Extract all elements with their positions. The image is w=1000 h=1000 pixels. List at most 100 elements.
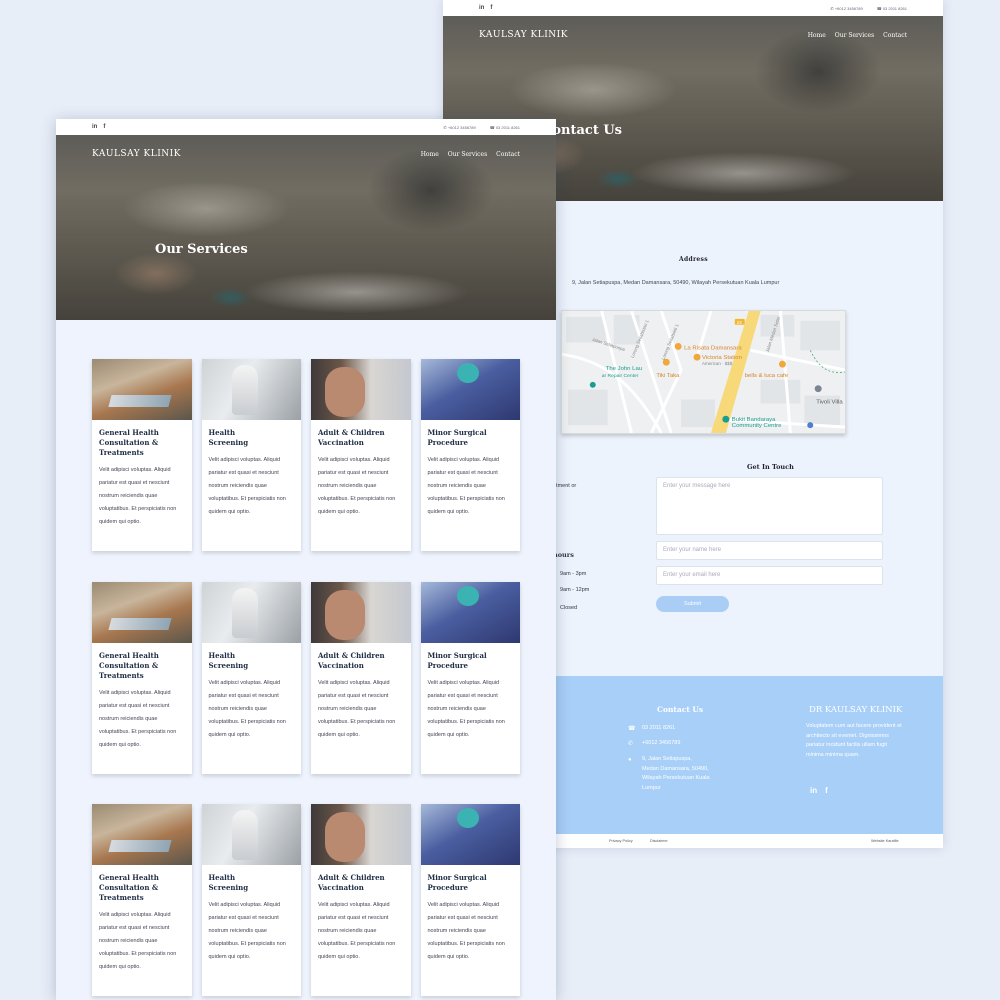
service-image [311, 582, 411, 643]
map-label-bells[interactable]: bells & luca cafe [745, 373, 789, 379]
nav-home[interactable]: Home [808, 32, 826, 39]
service-card-screening[interactable]: Health Screening Velit adipisci voluptas… [201, 359, 301, 551]
footer-whatsapp[interactable]: ✆ +6012 3456789 [628, 739, 680, 750]
service-card-surgical[interactable]: Minor Surgical Procedure Velit adipisci … [420, 804, 520, 996]
page-title: Our Services [155, 242, 248, 257]
service-card-consultation[interactable]: General Health Consultation & Treatments… [92, 582, 192, 774]
services-topbar: in f ✆ +6012 3456789 ☎ 03 2011 8261 [56, 119, 556, 135]
phone-icon: ☎ [628, 726, 636, 732]
topbar-whatsapp[interactable]: ✆ +6012 3456789 [443, 125, 475, 130]
service-title: Minor Surgical Procedure [427, 651, 487, 671]
service-title: Adult & Children Vaccination [318, 428, 385, 448]
nav-our-services[interactable]: Our Services [448, 151, 487, 158]
facebook-icon[interactable]: f [103, 124, 105, 130]
footer-address: ● 9, Jalan Setiapuspa, Medan Damansara, … [628, 755, 710, 794]
service-description: Velit adipisci voluptas. Aliquid pariatu… [427, 680, 505, 738]
service-card-surgical[interactable]: Minor Surgical Procedure Velit adipisci … [420, 582, 520, 774]
nav-contact[interactable]: Contact [883, 32, 907, 39]
message-textarea[interactable]: Enter your message here [656, 477, 883, 535]
services-grid-row: General Health Consultation & Treatments… [92, 582, 520, 774]
facebook-icon[interactable]: f [490, 5, 492, 11]
whatsapp-number: +6012 3456789 [834, 5, 863, 11]
appointment-fragment: ntment or [553, 483, 577, 489]
service-image [420, 359, 520, 420]
service-card-vaccination[interactable]: Adult & Children Vaccination Velit adipi… [311, 804, 411, 996]
service-description: Velit adipisci voluptas. Aliquid pariatu… [427, 457, 505, 515]
credit-link[interactable]: Website Karafile [871, 839, 899, 843]
phone-number: 03 2011 8261 [495, 124, 520, 130]
services-grid-row: General Health Consultation & Treatments… [92, 804, 520, 996]
service-card-screening[interactable]: Health Screening Velit adipisci voluptas… [201, 582, 301, 774]
service-image [92, 359, 192, 420]
privacy-policy-link[interactable]: Privacy Policy [609, 839, 633, 843]
service-title: Minor Surgical Procedure [427, 873, 487, 893]
map-label-bukit-sub: Community Centre [732, 423, 782, 429]
service-card-consultation[interactable]: General Health Consultation & Treatments… [92, 804, 192, 996]
service-description: Velit adipisci voluptas. Aliquid pariatu… [318, 457, 396, 515]
service-title: Adult & Children Vaccination [318, 873, 385, 893]
topbar-whatsapp[interactable]: ✆ +6012 3456789 [830, 6, 862, 11]
map-label-la-risata[interactable]: La Risata Damansara [684, 345, 742, 351]
nav-contact[interactable]: Contact [496, 151, 520, 158]
disclaimer-link[interactable]: Disclaimer [650, 839, 668, 843]
service-card-vaccination[interactable]: Adult & Children Vaccination Velit adipi… [311, 359, 411, 551]
submit-button[interactable]: Submit [656, 596, 729, 612]
address-heading: Address [679, 256, 708, 263]
hours-row-3: Closed [560, 605, 578, 611]
footer-brand: DR KAULSAY KLINIK [809, 705, 903, 715]
topbar-phone[interactable]: ☎ 03 2011 8261 [490, 125, 520, 130]
map-label-victoria-sub: American · $$$ [702, 361, 733, 366]
service-card-vaccination[interactable]: Adult & Children Vaccination Velit adipi… [311, 582, 411, 774]
linkedin-icon[interactable]: in [479, 5, 484, 11]
email-input[interactable]: Enter your email here [656, 566, 883, 585]
linkedin-icon[interactable]: in [92, 124, 97, 130]
service-card-surgical[interactable]: Minor Surgical Procedure Velit adipisci … [420, 359, 520, 551]
hours-row-1: 9am - 3pm [560, 571, 587, 577]
service-title: General Health Consultation & Treatments [99, 873, 159, 903]
footer-address-line: Medan Damansara, 50490, [642, 765, 709, 772]
footer-address-line: Lumpur [642, 784, 661, 791]
contact-topbar: in f ✆ +6012 3456789 ☎ 03 2011 8261 [443, 0, 943, 16]
map-road-badge: 23 [737, 320, 742, 325]
services-grid-row: General Health Consultation & Treatments… [92, 359, 520, 551]
service-image [201, 582, 301, 643]
facebook-icon[interactable]: f [825, 786, 828, 795]
service-title: Minor Surgical Procedure [427, 428, 487, 448]
services-hero: KAULSAY KLINIK Home Our Services Contact… [56, 135, 556, 320]
map-label-tiki-taka[interactable]: Tiki Taka [656, 373, 680, 379]
footer-phone[interactable]: ☎ 03 2011 8261 [628, 724, 675, 735]
hours-row-2: 9am - 12pm [560, 587, 590, 593]
location-map[interactable]: 23 La Risata Damansara Victoria Station … [561, 310, 846, 434]
whatsapp-icon: ✆ [628, 741, 634, 747]
name-input[interactable]: Enter your name here [656, 541, 883, 560]
services-page-screenshot: in f ✆ +6012 3456789 ☎ 03 2011 8261 KAUL… [56, 119, 556, 1000]
whatsapp-number: +6012 3456789 [447, 124, 476, 130]
address-text: 9, Jalan Setiapuspa, Medan Damansara, 50… [572, 280, 780, 286]
service-title: Health Screening [208, 428, 249, 448]
service-title: General Health Consultation & Treatments [99, 651, 159, 681]
service-description: Velit adipisci voluptas. Aliquid pariatu… [318, 680, 396, 738]
service-card-screening[interactable]: Health Screening Velit adipisci voluptas… [201, 804, 301, 996]
service-title: Health Screening [208, 873, 249, 893]
brand-logo[interactable]: KAULSAY KLINIK [92, 149, 181, 159]
service-card-consultation[interactable]: General Health Consultation & Treatments… [92, 359, 192, 551]
service-image [92, 804, 192, 865]
topbar-phone[interactable]: ☎ 03 2011 8261 [877, 6, 907, 11]
linkedin-icon[interactable]: in [810, 786, 817, 795]
nav-our-services[interactable]: Our Services [835, 32, 874, 39]
brand-logo[interactable]: KAULSAY KLINIK [479, 30, 568, 40]
location-pin-icon: ● [628, 757, 632, 763]
map-label-tivoli[interactable]: Tivoli Villa [816, 400, 843, 406]
map-label-john-lau[interactable]: The John Lau [606, 366, 642, 372]
service-title: General Health Consultation & Treatments [99, 428, 159, 458]
service-title: Adult & Children Vaccination [318, 651, 385, 671]
service-description: Velit adipisci voluptas. Aliquid pariatu… [208, 457, 286, 515]
service-image [311, 359, 411, 420]
service-image [201, 359, 301, 420]
nav-home[interactable]: Home [421, 151, 439, 158]
service-image [92, 582, 192, 643]
phone-number: 03 2011 8261 [882, 5, 907, 11]
service-description: Velit adipisci voluptas. Aliquid pariatu… [99, 467, 177, 526]
footer-whatsapp-text: +6012 3456789 [642, 740, 681, 746]
service-title: Health Screening [208, 651, 249, 671]
